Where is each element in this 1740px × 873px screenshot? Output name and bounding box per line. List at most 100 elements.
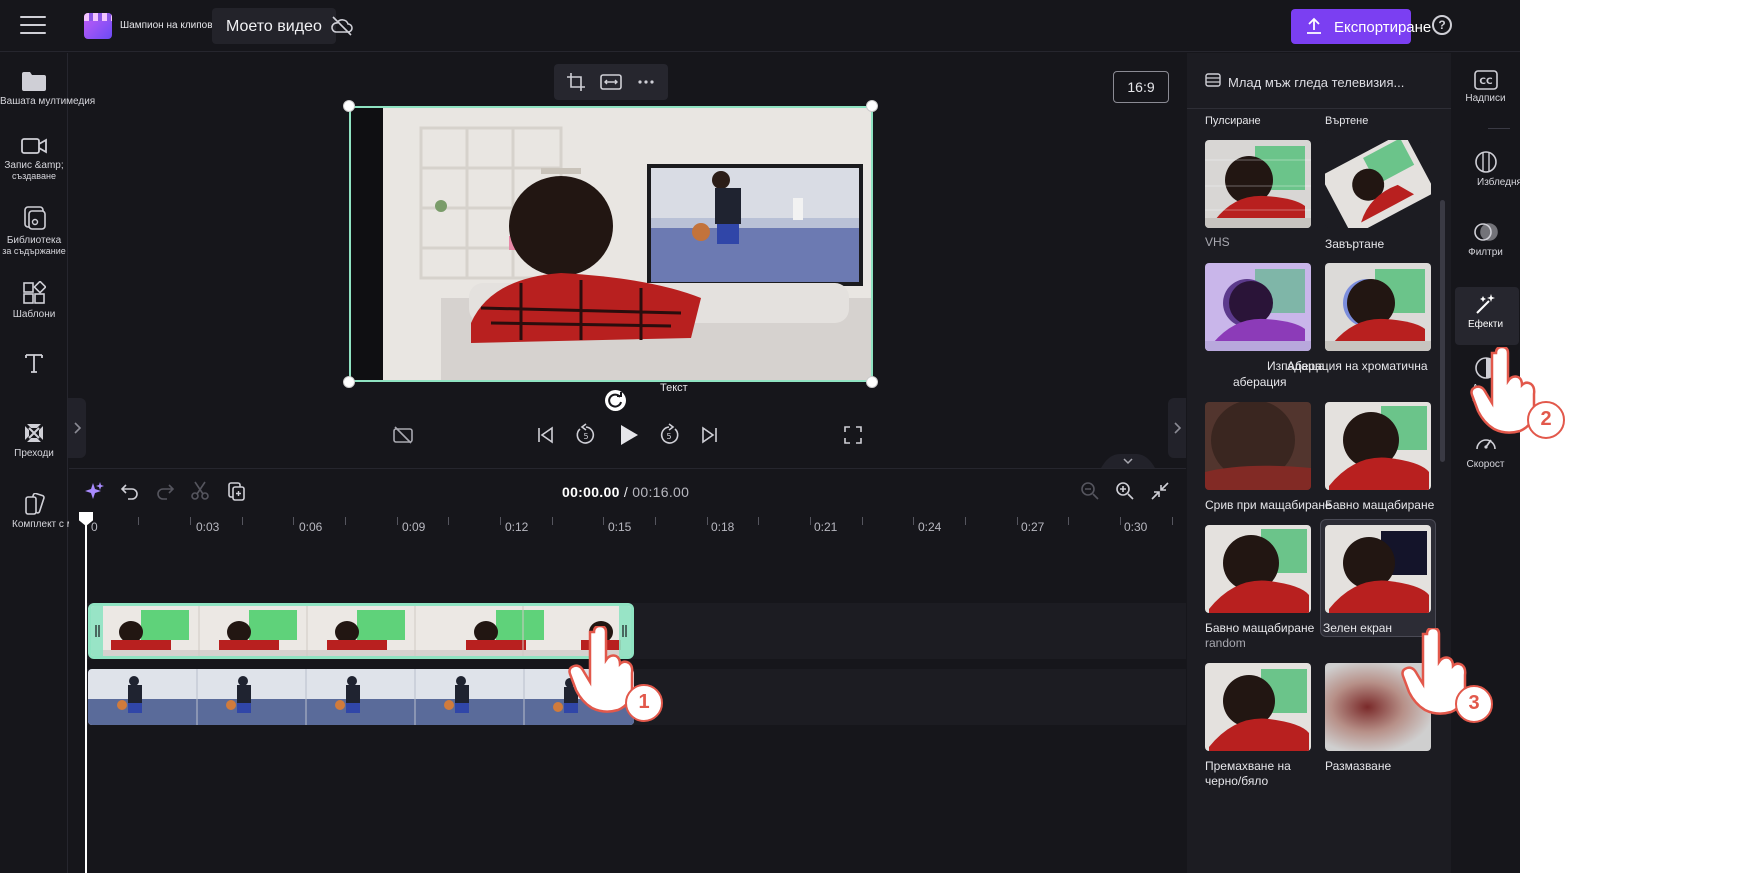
sidebar-item-library[interactable]: Библиотека за съдържание [0, 205, 68, 257]
play-icon[interactable] [618, 423, 640, 447]
effect-thumbnail [1325, 525, 1431, 613]
ruler-tick [655, 517, 656, 525]
ruler-tick [397, 517, 398, 525]
playhead[interactable] [85, 514, 87, 873]
text-icon [25, 354, 43, 373]
right-sidebar-item-filters[interactable]: Филтри [1451, 220, 1520, 258]
effect-card-vhs[interactable] [1205, 140, 1311, 228]
sidebar-item-media[interactable]: Вашата мултимедия [0, 70, 96, 107]
sidebar-item-record[interactable]: Запис &amp; създаване [0, 136, 68, 182]
undo-icon[interactable] [120, 481, 140, 501]
collapse-left-panel-button[interactable] [68, 398, 86, 458]
export-button-label: Експортиране [1334, 19, 1432, 36]
skip-back-icon[interactable] [536, 425, 556, 445]
video-preview[interactable] [349, 106, 881, 382]
sidebar-item-brand-kit[interactable]: Комплект с марки [0, 493, 95, 530]
film-icon [1205, 73, 1221, 87]
more-options-icon[interactable] [636, 72, 656, 92]
skip-forward-icon[interactable] [699, 425, 719, 445]
sidebar-item-templates[interactable]: Шаблони [0, 281, 68, 320]
right-sidebar-item-effects[interactable]: Ефекти [1451, 292, 1520, 330]
chevron-right-icon [1174, 422, 1182, 434]
duplicate-icon[interactable] [227, 481, 247, 501]
split-scissors-icon[interactable] [190, 481, 210, 501]
hide-video-icon[interactable] [392, 425, 414, 445]
sidebar-item-text[interactable] [0, 352, 68, 378]
ruler-tick [242, 517, 243, 525]
effects-scrollbar[interactable] [1440, 200, 1445, 462]
effect-card-chromatic-aberration[interactable] [1325, 263, 1431, 351]
ruler-tick [862, 517, 863, 525]
magic-sparkle-icon[interactable] [85, 481, 105, 501]
cloud-off-icon[interactable] [330, 15, 354, 37]
ruler-tick [552, 517, 553, 525]
ruler-label: 0:03 [196, 520, 220, 534]
effect-card-glitch-aberration[interactable] [1205, 263, 1311, 351]
sidebar-item-label: Вашата мултимедия [0, 96, 96, 107]
effect-label-line2: random [1205, 636, 1246, 650]
basketball-clip-thumbnails [88, 669, 634, 725]
sidebar-item-transitions[interactable]: Преходи [0, 422, 68, 459]
ruler-tick [448, 517, 449, 525]
resize-handle-top-right[interactable] [866, 100, 878, 112]
sidebar-item-label: Запис &amp; [4, 160, 64, 171]
project-title[interactable]: Моето видео [212, 8, 336, 44]
effect-thumbnail [1325, 402, 1431, 490]
aspect-ratio-button[interactable]: 16:9 [1113, 71, 1169, 103]
right-sidebar-item-speed[interactable]: Скорост [1451, 432, 1520, 470]
zoom-in-icon[interactable] [1115, 481, 1135, 501]
effect-label: Бавно мащабиране [1325, 498, 1435, 512]
ruler-label: 0:15 [608, 520, 632, 534]
effect-card-slow-zoom[interactable] [1325, 402, 1431, 490]
right-sidebar-label: Избледняване [1477, 177, 1520, 188]
effect-card-remove-black-white[interactable] [1205, 663, 1311, 751]
svg-text:5: 5 [583, 432, 588, 441]
ruler-tick [758, 517, 759, 525]
resize-handle-top-left[interactable] [343, 100, 355, 112]
basketball-clip[interactable] [88, 669, 634, 725]
export-button[interactable]: Експортиране [1291, 9, 1431, 44]
effect-card-green-screen[interactable] [1325, 525, 1431, 613]
right-sidebar-item-captions[interactable]: CC Надписи [1451, 70, 1520, 104]
fit-icon[interactable] [600, 72, 622, 92]
zoom-out-icon[interactable] [1080, 481, 1100, 501]
ruler-tick [1120, 517, 1121, 525]
chevron-right-icon [74, 422, 82, 434]
redo-icon[interactable] [155, 481, 175, 501]
ruler-label: 0 [91, 520, 98, 534]
resize-handle-bottom-left[interactable] [343, 376, 355, 388]
ruler-tick [138, 517, 139, 525]
effect-thumbnail [1325, 140, 1431, 228]
effect-card-slow-zoom-random[interactable] [1205, 525, 1311, 613]
overlay-clip-thumbnails [91, 606, 631, 656]
ruler-label: 0:09 [402, 520, 426, 534]
effect-label: Размазване [1325, 759, 1392, 773]
rotate-handle[interactable] [605, 390, 626, 411]
step-badge-1: 1 [625, 684, 663, 722]
effect-card-zoom-glitch[interactable] [1205, 402, 1311, 490]
effect-card-rotate[interactable] [1325, 140, 1431, 228]
captions-icon: CC [1473, 70, 1498, 90]
fullscreen-icon[interactable] [843, 425, 863, 445]
effects-section-label: Въртене [1325, 115, 1369, 127]
menu-icon[interactable] [20, 16, 46, 36]
folder-icon [22, 72, 46, 91]
collapse-right-panel-button[interactable] [1168, 398, 1186, 458]
upload-icon [1307, 17, 1321, 34]
divider [1488, 128, 1510, 129]
crop-icon[interactable] [566, 72, 586, 92]
right-sidebar-item-fade[interactable]: Избледняване [1451, 150, 1520, 188]
resize-handle-bottom-right[interactable] [866, 376, 878, 388]
collapse-timeline-icon[interactable] [1100, 450, 1156, 470]
overlay-clip[interactable] [88, 603, 634, 659]
ruler-tick [1017, 517, 1018, 525]
effect-label: VHS [1205, 235, 1230, 249]
fit-timeline-icon[interactable] [1150, 481, 1170, 501]
ruler-tick [603, 517, 604, 525]
ruler-label: 0:06 [299, 520, 323, 534]
help-icon[interactable]: ? [1432, 15, 1452, 35]
rewind-5-icon[interactable]: 5 [574, 423, 598, 447]
sidebar-item-label-line2: за съдържание [2, 246, 66, 256]
forward-5-icon[interactable]: 5 [657, 423, 681, 447]
effect-thumbnail [1205, 263, 1311, 351]
